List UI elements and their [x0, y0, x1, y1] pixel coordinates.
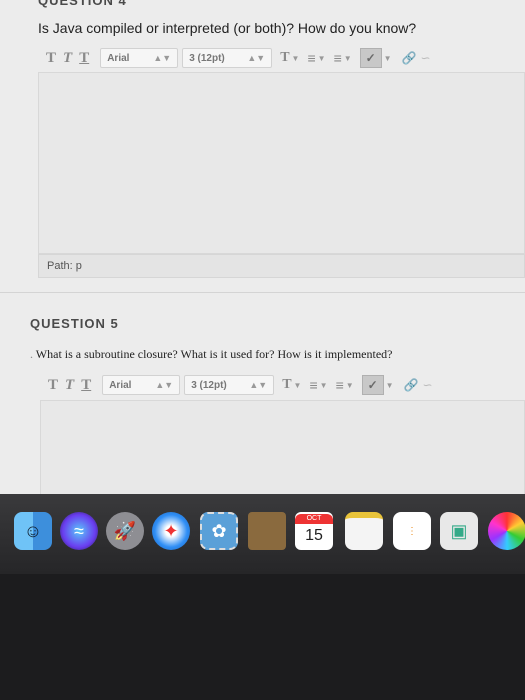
spellcheck-icon[interactable]: ✓ — [361, 375, 384, 395]
chevron-down-icon[interactable]: ▼ — [320, 381, 328, 390]
reminders-icon[interactable]: ⋮ — [393, 512, 431, 550]
font-family-select[interactable]: Arial ▲▼ — [100, 48, 179, 68]
font-size-select[interactable]: 3 (12pt) ▲▼ — [182, 48, 273, 68]
chevron-down-icon[interactable]: ▼ — [384, 54, 392, 63]
select-arrows-icon: ▲▼ — [155, 380, 174, 390]
section-divider — [0, 292, 525, 293]
chevron-down-icon[interactable]: ▼ — [294, 381, 302, 390]
chevron-down-icon[interactable]: ▼ — [346, 381, 354, 390]
select-arrows-icon: ▲▼ — [249, 380, 268, 390]
chevron-down-icon[interactable]: ▼ — [344, 54, 352, 63]
numbered-list-icon[interactable]: ≡ — [334, 50, 342, 66]
preview-icon[interactable]: ▣ — [440, 512, 478, 550]
monitor-bezel — [0, 574, 525, 700]
unlink-icon[interactable]: ∽ — [423, 378, 433, 392]
question-5-toolbar: T T T Arial ▲▼ 3 (12pt) ▲▼ T ▼ ≡ ▼ ≡ ▼ ✓… — [48, 374, 433, 396]
font-family-value: Arial — [107, 52, 130, 64]
font-family-select[interactable]: Arial ▲▼ — [102, 375, 181, 395]
font-size-select[interactable]: 3 (12pt) ▲▼ — [184, 375, 275, 395]
numbered-list-icon[interactable]: ≡ — [336, 377, 344, 393]
select-arrows-icon: ▲▼ — [247, 53, 266, 63]
question-5-title: QUESTION 5 — [30, 316, 119, 331]
notes-folder-icon[interactable] — [248, 512, 286, 550]
browser-viewport: QUESTION 4 Is Java compiled or interpret… — [0, 0, 525, 500]
mail-stamp-icon[interactable]: ✿ — [200, 512, 238, 550]
text-color-icon[interactable]: T — [280, 50, 289, 66]
underline-button[interactable]: T — [79, 50, 89, 67]
question-5-text-content: What is a subroutine closure? What is it… — [35, 347, 393, 361]
bold-button[interactable]: T — [48, 377, 58, 394]
spellcheck-icon[interactable]: ✓ — [359, 48, 382, 68]
link-icon[interactable]: 🔗 — [402, 51, 417, 65]
question-5-text: . What is a subroutine closure? What is … — [30, 347, 393, 362]
select-arrows-icon: ▲▼ — [153, 53, 172, 63]
textedit-icon[interactable] — [345, 512, 383, 550]
question-4-text: Is Java compiled or interpreted (or both… — [38, 20, 417, 36]
question-4-path-bar: Path: p — [38, 254, 525, 278]
chevron-down-icon[interactable]: ▼ — [386, 381, 394, 390]
calendar-month: OCT — [295, 514, 333, 524]
question-5-editor[interactable] — [40, 400, 525, 500]
chevron-down-icon[interactable]: ▼ — [318, 54, 326, 63]
font-size-value: 3 (12pt) — [189, 52, 225, 64]
bullet-list-icon[interactable]: ≡ — [307, 50, 315, 66]
question-4-title: QUESTION 4 — [38, 0, 127, 8]
font-family-value: Arial — [109, 379, 132, 391]
italic-button[interactable]: T — [63, 50, 72, 67]
underline-button[interactable]: T — [81, 377, 91, 394]
text-color-icon[interactable]: T — [282, 377, 291, 393]
bullet-list-icon[interactable]: ≡ — [309, 377, 317, 393]
question-4-toolbar: T T T Arial ▲▼ 3 (12pt) ▲▼ T ▼ ≡ ▼ ≡ ▼ ✓… — [46, 47, 431, 69]
question-4-editor[interactable] — [38, 72, 525, 254]
safari-icon[interactable]: ✦ — [152, 512, 190, 550]
calendar-day: 15 — [305, 527, 323, 544]
photos-icon[interactable] — [488, 512, 525, 550]
link-icon[interactable]: 🔗 — [404, 378, 419, 392]
bold-button[interactable]: T — [46, 50, 56, 67]
italic-button[interactable]: T — [65, 377, 74, 394]
font-size-value: 3 (12pt) — [191, 379, 227, 391]
unlink-icon[interactable]: ∽ — [421, 51, 431, 65]
macos-dock: ☺ ≈ 🚀 ✦ ✿ OCT 15 ⋮ ▣ — [0, 494, 525, 574]
launchpad-icon[interactable]: 🚀 — [106, 512, 144, 550]
siri-icon[interactable]: ≈ — [60, 512, 98, 550]
path-label: Path: p — [47, 260, 82, 272]
finder-icon[interactable]: ☺ — [14, 512, 52, 550]
calendar-icon[interactable]: OCT 15 — [295, 512, 333, 550]
question-5-bullet: . — [30, 347, 33, 361]
chevron-down-icon[interactable]: ▼ — [292, 54, 300, 63]
